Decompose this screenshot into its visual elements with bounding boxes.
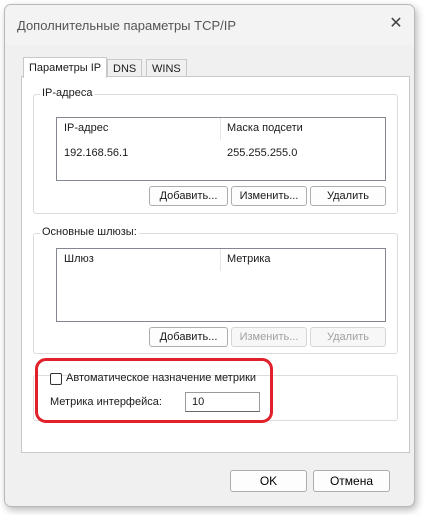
interface-metric-input[interactable]: 10 (185, 392, 260, 412)
interface-metric-label: Метрика интерфейса: (50, 396, 162, 408)
column-header-metric[interactable]: Метрика (227, 253, 271, 265)
ip-list-header: IP-адрес Маска подсети (57, 118, 385, 140)
subnet-mask-cell: 255.255.255.0 (227, 147, 298, 159)
tab-ip-settings[interactable]: Параметры IP (23, 57, 108, 78)
column-header-mask[interactable]: Маска подсети (227, 122, 303, 134)
tab-panel-ip-settings: IP-адреса IP-адрес Маска подсети 192.168… (21, 76, 410, 453)
gateways-group: Основные шлюзы: Шлюз Метрика Добавить...… (33, 226, 398, 354)
column-header-ip[interactable]: IP-адрес (64, 122, 108, 134)
column-separator[interactable] (220, 118, 221, 140)
ip-delete-button[interactable]: Удалить (310, 186, 386, 206)
column-separator[interactable] (220, 249, 221, 271)
ip-address-list[interactable]: IP-адрес Маска подсети 192.168.56.1 255.… (56, 117, 386, 181)
ip-add-button[interactable]: Добавить... (149, 186, 228, 206)
auto-metric-checkbox[interactable] (50, 373, 62, 385)
gateway-list[interactable]: Шлюз Метрика (56, 248, 386, 322)
close-icon[interactable]: ✕ (386, 14, 406, 34)
tab-dns[interactable]: DNS (107, 59, 143, 77)
ip-addresses-group: IP-адреса IP-адрес Маска подсети 192.168… (33, 87, 398, 214)
tab-wins[interactable]: WINS (146, 59, 187, 77)
ip-addresses-group-title: IP-адреса (40, 87, 95, 99)
gateway-add-button[interactable]: Добавить... (149, 327, 228, 347)
ip-edit-button[interactable]: Изменить... (231, 186, 307, 206)
cancel-button[interactable]: Отмена (313, 470, 390, 492)
gateway-delete-button: Удалить (310, 327, 386, 347)
title-bar: Дополнительные параметры TCP/IP ✕ (5, 5, 414, 45)
gateway-list-header: Шлюз Метрика (57, 249, 385, 271)
auto-metric-label[interactable]: Автоматическое назначение метрики (66, 372, 256, 384)
tcpip-advanced-dialog: Дополнительные параметры TCP/IP ✕ Параме… (4, 4, 415, 507)
gateways-group-title: Основные шлюзы: (40, 226, 139, 238)
gateway-edit-button: Изменить... (231, 327, 307, 347)
ok-button[interactable]: OK (230, 470, 307, 492)
column-header-gateway[interactable]: Шлюз (64, 253, 94, 265)
ip-address-cell: 192.168.56.1 (64, 147, 129, 159)
window-title: Дополнительные параметры TCP/IP (17, 18, 237, 33)
